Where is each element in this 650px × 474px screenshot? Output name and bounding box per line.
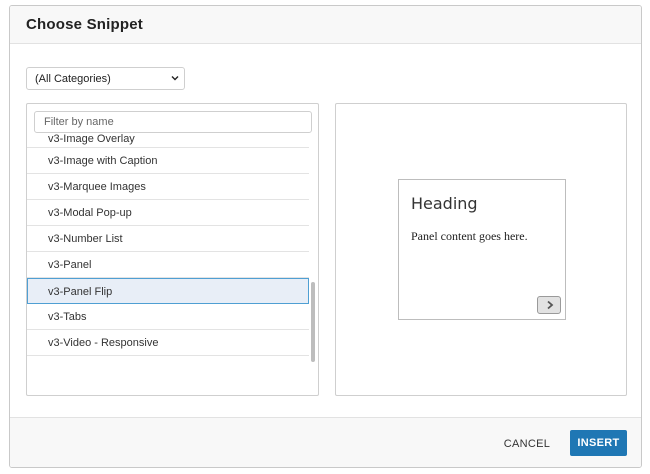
chevron-down-icon: [171, 76, 179, 81]
snippet-list-panel: Filter by name v3-Image Overlay v3-Image…: [26, 103, 319, 396]
snippet-item[interactable]: v3-Image with Caption: [27, 148, 309, 174]
snippet-list: v3-Image Overlay v3-Image with Caption v…: [27, 134, 309, 362]
snippet-item[interactable]: v3-Video - Responsive: [27, 330, 309, 356]
snippet-item-selected[interactable]: v3-Panel Flip: [27, 278, 309, 304]
dialog-title: Choose Snippet: [26, 16, 143, 33]
flip-button[interactable]: [537, 296, 561, 314]
snippet-item[interactable]: v3-Image Overlay: [27, 134, 309, 148]
snippet-item[interactable]: v3-Number List: [27, 226, 309, 252]
snippet-item[interactable]: v3-Marquee Images: [27, 174, 309, 200]
list-scrollbar[interactable]: [311, 282, 315, 362]
category-select-value: (All Categories): [35, 73, 111, 85]
snippet-preview-panel: Heading Panel content goes here.: [335, 103, 627, 396]
dialog-footer: CANCEL INSERT: [10, 417, 641, 467]
preview-body: Panel content goes here.: [411, 229, 528, 243]
filter-input[interactable]: Filter by name: [34, 111, 312, 133]
snippet-item[interactable]: v3-Modal Pop-up: [27, 200, 309, 226]
category-select[interactable]: (All Categories): [26, 67, 185, 90]
choose-snippet-dialog: Choose Snippet (All Categories) Filter b…: [9, 5, 642, 468]
insert-button[interactable]: INSERT: [570, 430, 627, 456]
snippet-item[interactable]: v3-Tabs: [27, 304, 309, 330]
cancel-button[interactable]: CANCEL: [497, 431, 557, 457]
preview-heading: Heading: [411, 194, 478, 213]
preview-card: Heading Panel content goes here.: [398, 179, 566, 320]
filter-placeholder: Filter by name: [44, 116, 114, 128]
chevron-right-icon: [547, 300, 554, 310]
snippet-item[interactable]: v3-Panel: [27, 252, 309, 278]
dialog-header: Choose Snippet: [10, 6, 641, 44]
